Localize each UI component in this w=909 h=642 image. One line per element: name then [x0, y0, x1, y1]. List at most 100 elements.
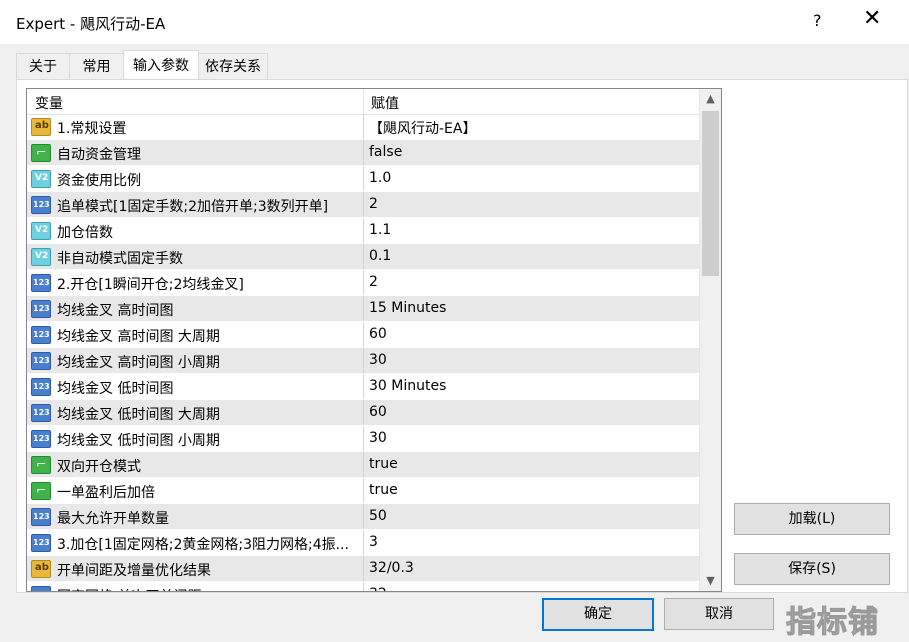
tab-about[interactable]: 关于 — [16, 53, 70, 80]
table-row[interactable]: 最大允许开单数量 50 — [27, 504, 699, 530]
table-row[interactable]: 2.开仓[1瞬间开仓;2均线金叉] 2 — [27, 270, 699, 296]
column-divider — [363, 192, 364, 217]
table-row[interactable]: 固定网格 首次开单间距 32 — [27, 582, 699, 591]
param-name: 加仓倍数 — [57, 225, 113, 241]
param-value[interactable]: 0.1 — [369, 248, 391, 264]
table-row[interactable]: 追单模式[1固定手数;2加倍开单;3数列开单] 2 — [27, 192, 699, 218]
int-icon — [31, 196, 51, 214]
param-value[interactable]: 30 — [369, 430, 387, 446]
column-divider — [363, 140, 364, 165]
tab-common[interactable]: 常用 — [69, 53, 124, 80]
column-divider — [363, 556, 364, 581]
tab-inputs[interactable]: 输入参数 — [123, 50, 199, 81]
int-icon — [31, 430, 51, 448]
param-value[interactable]: false — [369, 144, 402, 160]
param-name: 一单盈利后加倍 — [57, 485, 155, 501]
scroll-down-icon[interactable]: ▼ — [700, 571, 721, 591]
window-title: Expert - 飓风行动-EA — [16, 15, 166, 33]
param-name: 最大允许开单数量 — [57, 511, 169, 527]
param-value[interactable]: true — [369, 456, 398, 472]
param-name: 资金使用比例 — [57, 173, 141, 189]
param-value[interactable]: 60 — [369, 326, 387, 342]
column-divider — [363, 166, 364, 191]
double-icon — [31, 170, 51, 188]
param-value[interactable]: 2 — [369, 274, 378, 290]
param-value[interactable]: 1.1 — [369, 222, 391, 238]
table-row[interactable]: 资金使用比例 1.0 — [27, 166, 699, 192]
param-name: 3.加仓[1固定网格;2黄金网格;3阻力网格;4振... — [57, 537, 349, 553]
param-value[interactable]: 3 — [369, 534, 378, 550]
table-row[interactable]: 均线金叉 高时间图 大周期 60 — [27, 322, 699, 348]
table-row[interactable]: 均线金叉 高时间图 小周期 30 — [27, 348, 699, 374]
param-value[interactable]: 32/0.3 — [369, 560, 414, 576]
table-row[interactable]: 非自动模式固定手数 0.1 — [27, 244, 699, 270]
column-divider — [363, 582, 364, 591]
table-row[interactable]: 均线金叉 低时间图 小周期 30 — [27, 426, 699, 452]
param-name: 自动资金管理 — [57, 147, 141, 163]
bool-icon — [31, 144, 51, 162]
table-row[interactable]: 均线金叉 低时间图 大周期 60 — [27, 400, 699, 426]
table-row[interactable]: 双向开仓模式 true — [27, 452, 699, 478]
title-bar: Expert - 飓风行动-EA ? ✕ — [0, 0, 909, 44]
int-icon — [31, 508, 51, 526]
close-button[interactable]: ✕ — [863, 6, 881, 31]
header-value[interactable]: 赋值 — [371, 93, 399, 113]
param-value[interactable]: 30 — [369, 352, 387, 368]
table-row[interactable]: 均线金叉 高时间图 15 Minutes — [27, 296, 699, 322]
parameters-grid[interactable]: 变量 赋值 1.常规设置【飓风行动-EA】自动资金管理false资金使用比例1.… — [26, 88, 722, 592]
param-value[interactable]: 1.0 — [369, 170, 391, 186]
table-row[interactable]: 1.常规设置 【飓风行动-EA】 — [27, 114, 699, 140]
scroll-up-icon[interactable]: ▲ — [700, 89, 721, 109]
column-divider — [363, 218, 364, 243]
cancel-button[interactable]: 取消 — [664, 598, 774, 630]
load-button[interactable]: 加载(L) — [734, 503, 890, 535]
param-value[interactable]: 50 — [369, 508, 387, 524]
column-divider — [363, 452, 364, 477]
grid-rows: 1.常规设置 【飓风行动-EA】自动资金管理 false 资金使用比例 1.0 追单模式[… — [27, 114, 699, 591]
table-row[interactable]: 加仓倍数 1.1 — [27, 218, 699, 244]
help-button[interactable]: ? — [813, 11, 822, 30]
param-name: 固定网格 首次开单间距 — [57, 586, 201, 591]
save-button[interactable]: 保存(S) — [734, 553, 890, 585]
param-name: 均线金叉 低时间图 大周期 — [57, 407, 220, 423]
int-icon — [31, 534, 51, 552]
param-value[interactable]: true — [369, 482, 398, 498]
header-divider[interactable] — [363, 89, 364, 114]
param-name: 开单间距及增量优化结果 — [57, 563, 211, 579]
header-variable[interactable]: 变量 — [35, 93, 63, 113]
table-row[interactable]: 3.加仓[1固定网格;2黄金网格;3阻力网格;4振... 3 — [27, 530, 699, 556]
param-name: 均线金叉 高时间图 小周期 — [57, 355, 220, 371]
int-icon — [31, 378, 51, 396]
column-divider — [363, 530, 364, 555]
column-divider — [363, 426, 364, 451]
param-value[interactable]: 32 — [369, 586, 387, 591]
column-divider — [363, 478, 364, 503]
param-value[interactable]: 15 Minutes — [369, 300, 446, 316]
int-icon — [31, 274, 51, 292]
param-name: 2.开仓[1瞬间开仓;2均线金叉] — [57, 277, 244, 293]
bool-icon — [31, 482, 51, 500]
param-value[interactable]: 2 — [369, 196, 378, 212]
param-value[interactable]: 30 Minutes — [369, 378, 446, 394]
expert-dialog: Expert - 飓风行动-EA ? ✕ 关于 常用 输入参数 依存关系 变量 … — [0, 0, 909, 642]
param-value[interactable]: 【飓风行动-EA】 — [369, 118, 476, 138]
tab-dependencies[interactable]: 依存关系 — [198, 53, 268, 80]
column-divider — [363, 270, 364, 295]
int-icon — [31, 586, 51, 591]
table-row[interactable]: 自动资金管理 false — [27, 140, 699, 166]
table-row[interactable]: 开单间距及增量优化结果 32/0.3 — [27, 556, 699, 582]
ok-button[interactable]: 确定 — [542, 598, 654, 631]
param-name: 1.常规设置 — [57, 121, 127, 137]
param-value[interactable]: 60 — [369, 404, 387, 420]
column-divider — [363, 322, 364, 347]
table-row[interactable]: 均线金叉 低时间图 30 Minutes — [27, 374, 699, 400]
int-icon — [31, 352, 51, 370]
table-row[interactable]: 一单盈利后加倍 true — [27, 478, 699, 504]
column-divider — [363, 504, 364, 529]
column-divider — [363, 244, 364, 269]
scroll-thumb[interactable] — [702, 111, 719, 276]
vertical-scrollbar[interactable]: ▲ ▼ — [699, 89, 721, 591]
double-icon — [31, 248, 51, 266]
param-name: 均线金叉 高时间图 大周期 — [57, 329, 220, 345]
column-divider — [363, 400, 364, 425]
